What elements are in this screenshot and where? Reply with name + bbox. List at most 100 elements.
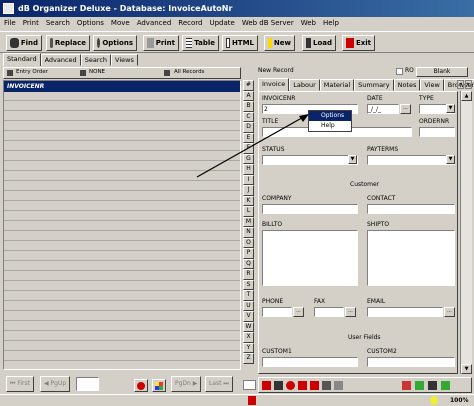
browse-icon[interactable] (428, 381, 437, 390)
date-picker-button[interactable]: ... (400, 104, 411, 114)
menu-web[interactable]: Web (301, 17, 316, 29)
company-field[interactable] (262, 204, 358, 214)
menu-file[interactable]: File (4, 17, 16, 29)
letter-button[interactable]: U (243, 300, 254, 311)
back-arrow-icon[interactable] (262, 381, 271, 390)
contact-field[interactable] (367, 204, 455, 214)
payterms-dropdown-icon[interactable]: ▼ (446, 155, 455, 164)
phone-field[interactable] (262, 307, 292, 317)
menu-record[interactable]: Record (178, 17, 202, 29)
tab-scroll-right[interactable]: ▸ (465, 80, 472, 89)
list-column-header[interactable]: INVOICENR (4, 81, 240, 92)
menu-help[interactable]: Help (323, 17, 339, 29)
letter-button[interactable]: S (243, 279, 254, 290)
letter-button[interactable]: J (243, 185, 254, 196)
copy-icon[interactable] (274, 381, 283, 390)
fax-field[interactable] (314, 307, 344, 317)
letter-button[interactable]: O (243, 237, 254, 248)
export-icon[interactable] (402, 381, 411, 390)
tab-invoice[interactable]: Invoice (258, 78, 290, 91)
undo-icon[interactable] (286, 381, 295, 390)
letter-button[interactable]: Z (243, 353, 254, 364)
letter-button[interactable]: # (243, 80, 254, 91)
tab-advanced[interactable]: Advanced (40, 54, 81, 66)
letter-button[interactable]: A (243, 90, 254, 101)
email-field[interactable] (367, 307, 443, 317)
phone-dial-button[interactable]: ... (293, 307, 304, 317)
menu-web-db-server[interactable]: Web dB Server (242, 17, 294, 29)
letter-button[interactable]: M (243, 216, 254, 227)
letter-button[interactable]: L (243, 206, 254, 217)
tab-summary[interactable]: Summary (354, 79, 394, 91)
replace-button[interactable]: Replace (46, 35, 90, 51)
attach-icon[interactable] (334, 381, 343, 390)
blank-button[interactable]: Blank (416, 67, 468, 77)
color-palette-icon[interactable] (152, 379, 166, 392)
context-menu-help[interactable]: Help (309, 121, 351, 131)
scroll-down-arrow-icon[interactable]: ▼ (461, 364, 472, 374)
tab-scroll-left[interactable]: ◂ (457, 80, 464, 89)
filter-value[interactable]: NONE (89, 69, 105, 75)
scroll-up-arrow-icon[interactable]: ▲ (461, 91, 472, 101)
record-number-field[interactable] (76, 377, 99, 391)
fax-button[interactable]: ... (345, 307, 356, 317)
duplicate-icon[interactable] (322, 381, 331, 390)
tab-labour[interactable]: Labour (289, 79, 320, 91)
letter-button[interactable]: Q (243, 258, 254, 269)
tab-standard[interactable]: Standard (3, 53, 41, 66)
html-button[interactable]: HTML (222, 35, 258, 51)
refresh-icon[interactable] (134, 379, 148, 392)
tab-views[interactable]: Views (111, 54, 138, 66)
custom2-field[interactable] (367, 357, 455, 367)
menu-print[interactable]: Print (23, 17, 39, 29)
type-dropdown-icon[interactable]: ▼ (446, 104, 455, 113)
print-button[interactable]: Print (143, 35, 179, 51)
letter-button[interactable]: T (243, 290, 254, 301)
menu-move[interactable]: Move (111, 17, 130, 29)
tab-material[interactable]: Material (319, 79, 355, 91)
letter-button[interactable]: N (243, 227, 254, 238)
letter-button[interactable]: R (243, 269, 254, 280)
date-field[interactable]: _/_/_ (367, 104, 399, 114)
pgup-button[interactable]: ◀ PgUp (40, 376, 71, 392)
last-button[interactable]: Last ⏭ (205, 376, 233, 392)
letter-button[interactable]: K (243, 195, 254, 206)
find-button[interactable]: Find (6, 35, 42, 51)
payterms-field[interactable] (367, 155, 455, 165)
form-scrollbar[interactable]: ▲ ▼ (460, 91, 472, 374)
ordernr-field[interactable] (419, 127, 455, 137)
menu-options[interactable]: Options (77, 17, 104, 29)
tab-search[interactable]: Search (80, 54, 112, 66)
next-icon[interactable] (441, 381, 450, 390)
ro-checkbox[interactable] (396, 68, 403, 75)
first-button[interactable]: ⏮ First (6, 376, 34, 392)
email-button[interactable]: ... (444, 307, 455, 317)
import-icon[interactable] (415, 381, 424, 390)
records-filter[interactable]: All Records (174, 69, 204, 75)
letter-button[interactable]: P (243, 248, 254, 259)
tab-view[interactable]: View (420, 79, 444, 91)
menu-update[interactable]: Update (209, 17, 234, 29)
custom1-field[interactable] (262, 357, 358, 367)
shipto-field[interactable] (367, 230, 455, 286)
status-dropdown-icon[interactable]: ▼ (348, 155, 357, 164)
mini-field[interactable] (243, 380, 256, 390)
pgdn-button[interactable]: PgDn ▶ (171, 376, 202, 392)
letter-button[interactable]: Y (243, 342, 254, 353)
context-menu-options[interactable]: Options (309, 111, 351, 121)
menu-search[interactable]: Search (46, 17, 70, 29)
billto-field[interactable] (262, 230, 358, 286)
tab-notes[interactable]: Notes (393, 79, 421, 91)
save-icon[interactable] (298, 381, 307, 390)
table-button[interactable]: Table (182, 35, 219, 51)
load-button[interactable]: Load (302, 35, 336, 51)
sort-order[interactable]: Entry Order (16, 69, 48, 75)
letter-button[interactable]: W (243, 321, 254, 332)
options-button[interactable]: Options (93, 35, 137, 51)
new-button[interactable]: New (264, 35, 295, 51)
menu-advanced[interactable]: Advanced (137, 17, 172, 29)
letter-button[interactable]: X (243, 332, 254, 343)
exit-button[interactable]: Exit (342, 35, 375, 51)
delete-icon[interactable] (310, 381, 319, 390)
letter-button[interactable]: V (243, 311, 254, 322)
